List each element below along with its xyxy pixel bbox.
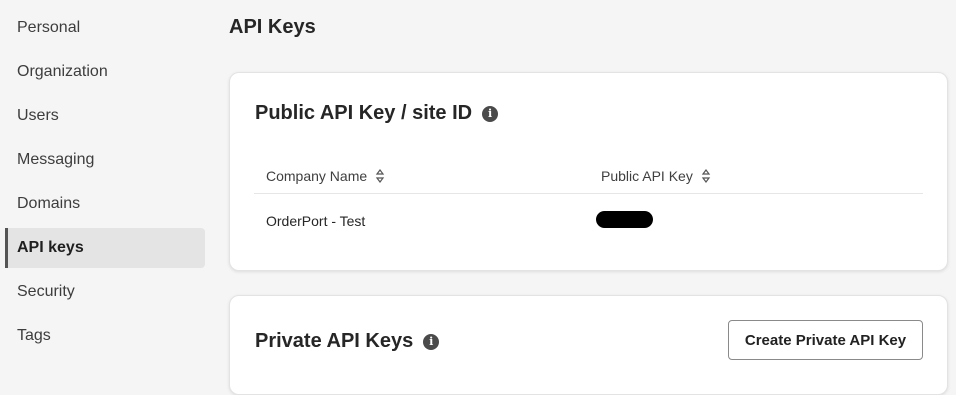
settings-sidebar: Personal Organization Users Messaging Do… (0, 0, 210, 370)
private-api-keys-heading: Private API Keys i (255, 330, 440, 353)
private-api-keys-card: Private API Keys i Create Private API Ke… (229, 295, 948, 395)
sidebar-item-api-keys[interactable]: API keys (5, 228, 205, 268)
info-icon[interactable]: i (482, 105, 499, 122)
sidebar-item-tags[interactable]: Tags (5, 316, 205, 356)
sidebar-item-users[interactable]: Users (5, 96, 205, 136)
company-name-cell: OrderPort - Test (266, 213, 366, 229)
column-header-company-name[interactable]: Company Name (266, 168, 385, 184)
public-api-key-heading: Public API Key / site ID i (255, 102, 499, 125)
sidebar-item-personal[interactable]: Personal (5, 8, 205, 48)
masked-public-api-key (596, 211, 653, 228)
private-api-keys-title: Private API Keys (255, 330, 414, 352)
column-header-company-name-label: Company Name (266, 168, 368, 184)
sidebar-item-organization[interactable]: Organization (5, 52, 205, 92)
public-api-key-title: Public API Key / site ID (255, 102, 473, 124)
sidebar-item-domains[interactable]: Domains (5, 184, 205, 224)
column-header-public-api-key-label: Public API Key (601, 168, 693, 184)
create-private-api-key-button[interactable]: Create Private API Key (728, 320, 923, 360)
sidebar-item-messaging[interactable]: Messaging (5, 140, 205, 180)
column-header-public-api-key[interactable]: Public API Key (601, 168, 711, 184)
table-header-divider (254, 193, 923, 194)
page-title: API Keys (229, 16, 316, 38)
sort-icon (701, 169, 711, 183)
sidebar-item-security[interactable]: Security (5, 272, 205, 312)
sort-icon (375, 169, 385, 183)
public-api-key-card: Public API Key / site ID i Company Name … (229, 72, 948, 271)
info-icon[interactable]: i (423, 333, 440, 350)
